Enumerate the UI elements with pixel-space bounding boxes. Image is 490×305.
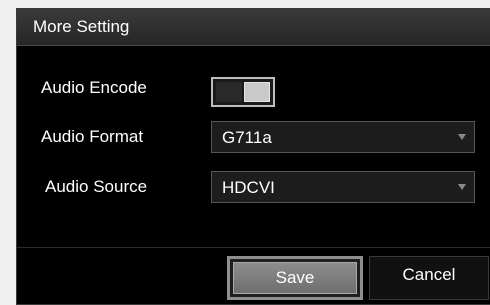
toggle-knob bbox=[244, 82, 270, 102]
save-button[interactable]: Save bbox=[227, 256, 363, 300]
dialog-titlebar: More Setting bbox=[17, 9, 490, 46]
toggle-track bbox=[216, 82, 242, 102]
save-button-label: Save bbox=[233, 262, 357, 294]
audio-encode-label: Audio Encode bbox=[41, 78, 147, 97]
audio-source-label: Audio Source bbox=[45, 177, 148, 196]
cancel-button[interactable]: Cancel bbox=[369, 256, 489, 300]
audio-format-value: G711a bbox=[222, 128, 272, 147]
more-setting-dialog: More Setting Audio Encode Audio Format G… bbox=[16, 8, 490, 305]
chevron-down-icon bbox=[458, 184, 466, 190]
chevron-down-icon bbox=[458, 134, 466, 140]
audio-format-select[interactable]: G711a bbox=[211, 121, 475, 153]
audio-encode-toggle[interactable] bbox=[211, 77, 275, 107]
audio-source-select[interactable]: HDCVI bbox=[211, 171, 475, 203]
audio-format-label: Audio Format bbox=[41, 127, 144, 146]
audio-source-value: HDCVI bbox=[222, 178, 275, 197]
dialog-title: More Setting bbox=[33, 17, 130, 36]
footer-divider bbox=[17, 247, 490, 248]
